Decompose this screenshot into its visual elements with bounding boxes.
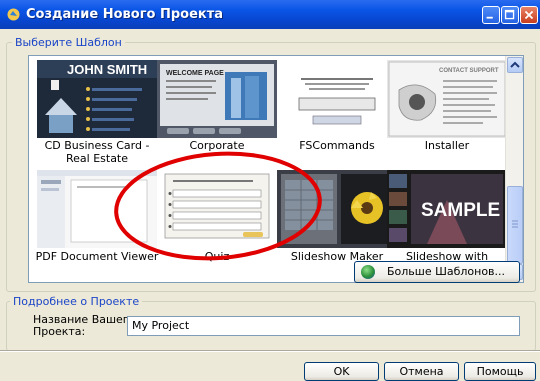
template-thumbnail [277, 60, 397, 138]
ok-button[interactable]: OK [304, 362, 379, 381]
template-label: Installer [424, 139, 470, 152]
maximize-icon [504, 9, 515, 20]
project-name-label: Название Вашего Проекта: [33, 314, 135, 338]
template-thumbnail [37, 170, 157, 248]
help-button[interactable]: Помощь [464, 362, 536, 381]
more-templates-label: Больше Шаблонов... [386, 265, 506, 278]
scroll-up-button[interactable] [507, 57, 523, 73]
template-thumbnail: CONTACT SUPPORT [387, 60, 507, 138]
scroll-grip-icon [512, 220, 518, 228]
template-label: PDF Document Viewer [35, 250, 159, 263]
template-list-scrollbar[interactable] [505, 56, 523, 282]
template-list[interactable]: JOHN SMITH CD Business Card - Real Estat… [28, 55, 524, 283]
template-group-label: Выберите Шаблон [12, 36, 125, 49]
dialog-divider [0, 350, 540, 352]
template-thumbnail [157, 170, 277, 248]
cancel-button[interactable]: Отмена [384, 362, 459, 381]
close-icon [524, 10, 534, 20]
close-button[interactable] [520, 6, 538, 24]
project-name-input[interactable]: My Project [127, 316, 520, 336]
thumb-title: SAMPLE [421, 200, 500, 221]
thumb-title: JOHN SMITH [67, 62, 147, 77]
maximize-button[interactable] [501, 6, 519, 24]
globe-icon [361, 265, 375, 279]
dialog-client: Выберите Шаблон JOHN SMITH CD Business C… [0, 29, 540, 381]
template-label: Corporate [189, 139, 245, 152]
thumb-title: WELCOME PAGE [166, 70, 224, 77]
minimize-icon [486, 16, 493, 19]
app-icon [7, 8, 20, 21]
details-group-label: Подробнее о Проекте [10, 295, 143, 308]
thumb-title: CONTACT SUPPORT [439, 68, 499, 74]
window-title: Создание Нового Проекта [26, 7, 224, 22]
template-label: CD Business Card - Real Estate [44, 139, 150, 165]
scroll-thumb[interactable] [507, 186, 523, 264]
template-label: FSCommands [299, 139, 375, 152]
project-name-label-line2: Проекта: [33, 325, 86, 338]
more-templates-button[interactable]: Больше Шаблонов... [354, 261, 520, 283]
scroll-up-arrow-icon [510, 61, 520, 68]
template-thumbnail: JOHN SMITH [37, 60, 157, 138]
template-thumbnail: WELCOME PAGE [157, 60, 277, 138]
template-thumbnail: SAMPLE [387, 170, 507, 248]
template-label: Quiz [204, 250, 230, 263]
minimize-button[interactable] [482, 6, 500, 24]
window-titlebar[interactable]: Создание Нового Проекта [0, 0, 540, 29]
template-thumbnail [277, 170, 397, 248]
